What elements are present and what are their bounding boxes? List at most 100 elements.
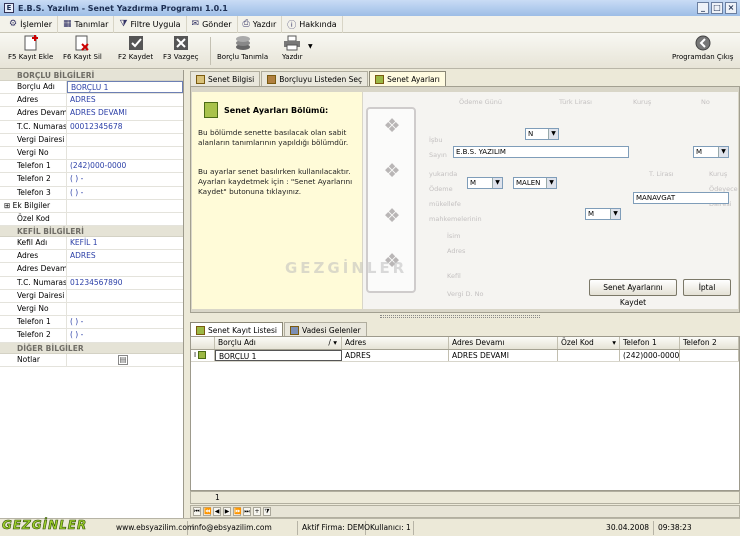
tab-vadesi-gelenler[interactable]: Vadesi Gelenler (284, 322, 367, 337)
ek-bilgiler-field[interactable] (67, 200, 183, 212)
chevron-down-icon[interactable]: ▼ (718, 147, 728, 157)
kefil-telefon-1-field[interactable]: ( ) - (67, 316, 183, 328)
chevron-down-icon[interactable]: ▾ (612, 337, 616, 349)
company-name-field[interactable]: E.B.S. YAZILIM (453, 146, 629, 158)
next-page-icon[interactable]: ⏩ (233, 507, 241, 516)
last-record-icon[interactable]: ⏭ (243, 507, 251, 516)
cell-adres[interactable]: ADRES (342, 350, 449, 361)
exit-button[interactable]: Programdan Çıkış (672, 35, 733, 67)
print-button[interactable]: Yazdır (282, 35, 303, 67)
chevron-down-icon[interactable]: ▼ (546, 178, 556, 188)
kefil-vergi-no-field[interactable] (67, 303, 183, 315)
cell-telefon-2[interactable] (680, 350, 739, 361)
borclu-adi-field[interactable]: BORÇLU 1 (67, 81, 183, 94)
telefon-3-field[interactable]: ( ) - (67, 187, 183, 199)
column-header-telefon-2[interactable]: Telefon 2 (680, 337, 739, 349)
kefil-adres-field[interactable]: ADRES (67, 250, 183, 262)
property-row-expandable[interactable]: ⊞ Ek Bilgiler (0, 199, 183, 213)
adres-field[interactable]: ADRES (67, 94, 183, 106)
expand-plus-icon[interactable]: ⊞ (4, 201, 13, 210)
kefil-adi-field[interactable]: KEFİL 1 (67, 237, 183, 249)
property-row[interactable]: Notlar ▤ (0, 353, 183, 367)
vergi-no-field[interactable] (67, 147, 183, 159)
column-header-adres-devami[interactable]: Adres Devamı (449, 337, 558, 349)
property-row[interactable]: Adres ADRES (0, 250, 183, 264)
delete-record-button[interactable]: F6 Kayıt Sil (63, 35, 102, 67)
splitter-grip[interactable] (380, 315, 540, 318)
property-row[interactable]: Borçlu Adı BORÇLU 1 (0, 81, 183, 95)
borclu-tanimla-button[interactable]: Borçlu Tanımla (217, 35, 268, 67)
telefon-1-field[interactable]: (242)000-0000 (67, 160, 183, 172)
add-record-button[interactable]: F5 Kayıt Ekle (8, 35, 53, 67)
property-row[interactable]: Adres Devamı ADRES DEVAMI (0, 107, 183, 121)
kefil-telefon-2-field[interactable]: ( ) - (67, 329, 183, 341)
save-button[interactable]: F2 Kaydet (118, 35, 153, 67)
column-header-borclu-adi[interactable]: Borçlu Adı / ▾ (215, 337, 342, 349)
property-row[interactable]: Vergi Dairesi (0, 133, 183, 147)
prev-record-icon[interactable]: ◀ (213, 507, 221, 516)
minimize-button[interactable]: _ (697, 2, 709, 14)
property-row[interactable]: Telefon 2( ) - (0, 329, 183, 343)
property-row[interactable]: Vergi No (0, 146, 183, 161)
malen-select[interactable]: MALEN ▼ (513, 177, 557, 189)
maximize-button[interactable]: □ (711, 2, 723, 14)
kefil-tc-field[interactable]: 01234567890 (67, 277, 183, 289)
property-row[interactable]: Vergi No (0, 303, 183, 317)
chevron-down-icon[interactable]: ▼ (492, 178, 502, 188)
ozel-kod-field[interactable] (67, 213, 183, 225)
menu-yazdir[interactable]: ⎙ Yazdır (238, 15, 283, 33)
kefil-vergi-dairesi-field[interactable] (67, 290, 183, 302)
note-editor-icon[interactable]: ▤ (118, 354, 128, 365)
property-row[interactable]: Adres ADRES (0, 94, 183, 108)
filter-icon[interactable]: ⧩ (263, 507, 271, 516)
cell-borclu-adi[interactable]: BORÇLU 1 (215, 350, 342, 361)
cancel-button[interactable]: F3 Vazgeç (163, 35, 199, 67)
telefon-2-field[interactable]: ( ) - (67, 173, 183, 185)
tab-senet-bilgisi[interactable]: Senet Bilgisi (190, 71, 261, 86)
property-row[interactable]: Telefon 3( ) - (0, 186, 183, 200)
column-header-ozel-kod[interactable]: Özel Kod ▾ (558, 337, 620, 349)
menu-filtre[interactable]: ⧩ Filtre Uygula (114, 15, 187, 33)
notlar-field[interactable]: ▤ (67, 354, 183, 366)
property-row[interactable]: Telefon 2( ) - (0, 173, 183, 187)
property-row[interactable]: Telefon 1 (242)000-0000 (0, 160, 183, 174)
column-header-telefon-1[interactable]: Telefon 1 (620, 337, 680, 349)
property-row[interactable]: T.C. Numarası 01234567890 (0, 276, 183, 290)
property-row[interactable]: Kefil Adı KEFİL 1 (0, 237, 183, 251)
chevron-down-icon[interactable]: ▼ (610, 209, 620, 219)
next-record-icon[interactable]: ▶ (223, 507, 231, 516)
property-row[interactable]: Adres Devamı (0, 263, 183, 277)
table-row[interactable]: I BORÇLU 1 ADRES ADRES DEVAMI (242)000-0… (191, 350, 739, 362)
adres-devami-field[interactable]: ADRES DEVAMI (67, 107, 183, 119)
menu-gonder[interactable]: ✉ Gönder (187, 15, 238, 33)
cancel-settings-button[interactable]: İptal (683, 279, 731, 296)
kefil-adres-devami-field[interactable] (67, 263, 183, 275)
first-record-icon[interactable]: ⏮ (193, 507, 201, 516)
prev-page-icon[interactable]: ⏪ (203, 507, 211, 516)
senet-m1-select[interactable]: M ▼ (693, 146, 729, 158)
senet-m2-select[interactable]: M ▼ (467, 177, 503, 189)
column-header-adres[interactable]: Adres (342, 337, 449, 349)
tab-borclu-listeden-sec[interactable]: Borçluyu Listeden Seç (261, 71, 369, 86)
cell-adres-devami[interactable]: ADRES DEVAMI (449, 350, 558, 361)
tc-numarasi-field[interactable]: 00012345678 (67, 121, 183, 133)
sort-dropdown-icon[interactable]: / ▾ (328, 337, 337, 349)
close-button[interactable]: × (725, 2, 737, 14)
menu-tanimlar[interactable]: ▦ Tanımlar (58, 15, 115, 33)
save-senet-settings-button[interactable]: Senet Ayarlarını Kaydet (589, 279, 677, 307)
property-row[interactable]: T.C. Numarası 00012345678 (0, 120, 183, 134)
tab-senet-ayarlari[interactable]: Senet Ayarları (369, 71, 446, 86)
vergi-dairesi-field[interactable] (67, 134, 183, 146)
city-field[interactable]: MANAVGAT (633, 192, 729, 204)
tab-senet-kayit-listesi[interactable]: Senet Kayıt Listesi (190, 322, 284, 337)
senet-n-select[interactable]: N ▼ (525, 128, 559, 140)
add-record-icon[interactable]: + (253, 507, 261, 516)
property-row[interactable]: Vergi Dairesi (0, 289, 183, 303)
chevron-down-icon[interactable]: ▼ (548, 129, 558, 139)
cell-ozel-kod[interactable] (558, 350, 620, 361)
menu-islemler[interactable]: ⚙ İşlemler (4, 15, 58, 33)
senet-m3-select[interactable]: M ▼ (585, 208, 621, 220)
property-row[interactable]: Özel Kod (0, 212, 183, 227)
menu-hakkinda[interactable]: ⓘ Hakkında (282, 15, 343, 33)
property-row[interactable]: Telefon 1( ) - (0, 316, 183, 330)
